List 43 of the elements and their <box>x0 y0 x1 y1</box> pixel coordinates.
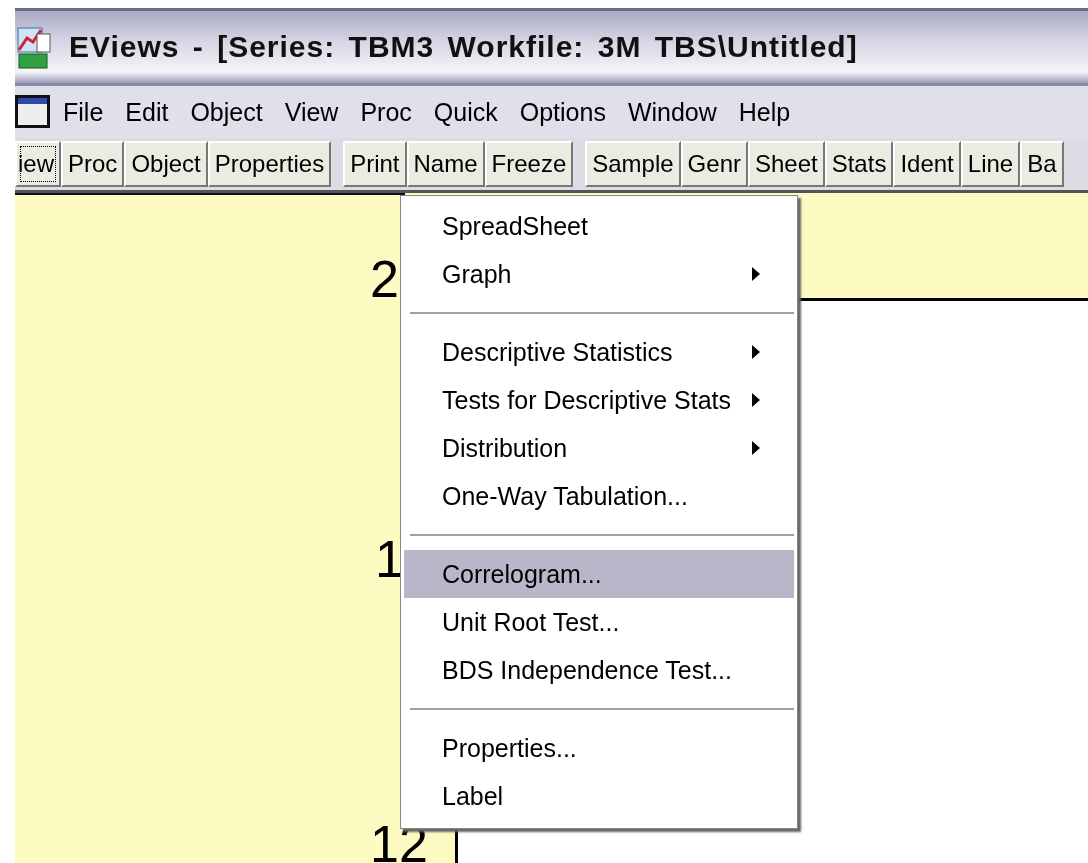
toolbar-button[interactable]: Sheet <box>747 141 825 187</box>
menu-item[interactable]: Edit <box>125 97 169 127</box>
axis-label: 1 <box>375 533 404 585</box>
toolbar-button[interactable]: Object <box>124 141 208 187</box>
menu-item[interactable]: View <box>284 97 339 127</box>
submenu-arrow-icon <box>752 345 760 359</box>
menu-item[interactable]: Descriptive Statistics <box>404 328 794 376</box>
menu-item[interactable]: Options <box>519 97 606 127</box>
menu-item[interactable]: File <box>63 97 104 127</box>
toolbar-button[interactable]: iew <box>15 141 61 187</box>
toolbar-button[interactable]: Stats <box>824 141 894 187</box>
toolbar-button[interactable]: Genr <box>680 141 748 187</box>
toolbar-button[interactable]: Name <box>406 141 485 187</box>
window-title: EViews - [Series: TBM3 Workfile: 3M TBS\Untitled] <box>69 30 858 64</box>
menu-item[interactable]: Proc <box>360 97 412 127</box>
menu-item[interactable]: One-Way Tabulation... <box>404 472 794 520</box>
menu-item[interactable]: Tests for Descriptive Stats <box>404 376 794 424</box>
submenu-arrow-icon <box>752 441 760 455</box>
toolbar-button[interactable]: Properties <box>207 141 332 187</box>
axis-label: 2 <box>370 253 399 305</box>
menu-item[interactable]: Window <box>627 97 717 127</box>
menu-item[interactable]: Label <box>404 772 794 820</box>
menu-item[interactable]: Quick <box>433 97 498 127</box>
toolbar-button[interactable]: Proc <box>61 141 125 187</box>
menu-item[interactable]: Distribution <box>404 424 794 472</box>
menu-item[interactable]: Correlogram... <box>404 550 794 598</box>
menu-item[interactable]: Help <box>738 97 791 127</box>
menu-item[interactable]: Object <box>190 97 263 127</box>
submenu-arrow-icon <box>752 267 760 281</box>
menu-item[interactable]: Graph <box>404 250 794 298</box>
document-window-icon[interactable] <box>15 95 51 129</box>
toolbar-button[interactable]: Line <box>960 141 1021 187</box>
menu-item[interactable]: Properties... <box>404 724 794 772</box>
toolbar-button[interactable]: Print <box>343 141 407 187</box>
menu-item[interactable]: Unit Root Test... <box>404 598 794 646</box>
toolbar-button[interactable]: Ident <box>893 141 961 187</box>
chart-icon <box>17 24 51 70</box>
menu-item[interactable]: BDS Independence Test... <box>404 646 794 694</box>
toolbar-button[interactable]: Sample <box>585 141 681 187</box>
toolbar-button[interactable]: Ba <box>1020 141 1064 187</box>
menu-item[interactable]: SpreadSheet <box>404 202 794 250</box>
toolbar-button[interactable]: Freeze <box>484 141 574 187</box>
submenu-arrow-icon <box>752 393 760 407</box>
